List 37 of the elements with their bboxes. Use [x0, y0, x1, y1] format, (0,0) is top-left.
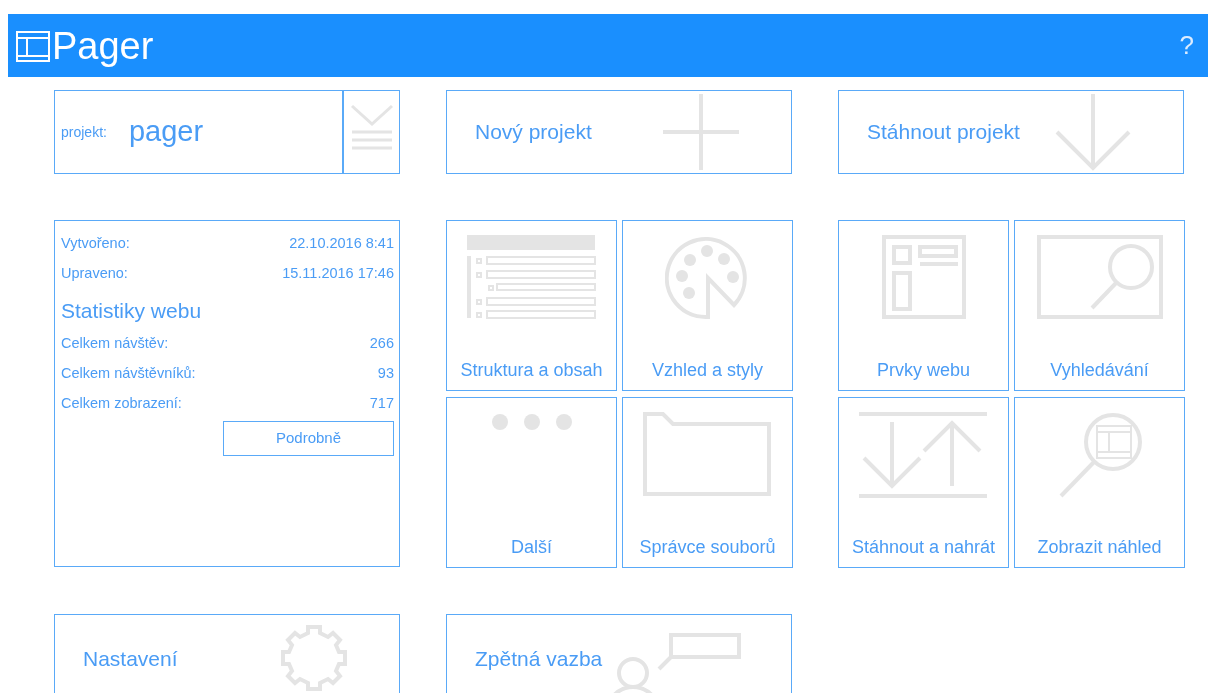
app-title: Pager: [52, 26, 154, 65]
date-label: Upraveno:: [61, 264, 128, 284]
menu-tile[interactable]: Správce souborů: [622, 397, 793, 568]
details-button[interactable]: Podrobně: [223, 420, 394, 456]
menu-tile[interactable]: Zpětná vazba: [446, 614, 792, 693]
menu-tile[interactable]: Vzhled a styly: [622, 220, 793, 391]
menu-tile[interactable]: Nový projekt: [446, 90, 792, 174]
help-button[interactable]: ?: [1179, 26, 1194, 65]
menu-tile[interactable]: Další: [446, 397, 617, 568]
date-label: Vytvořeno:: [61, 234, 130, 254]
section-heading: Statistiky webu: [61, 298, 203, 324]
page-search-icon: [1036, 235, 1163, 319]
stat-value: 93: [377, 363, 394, 383]
menu-tile[interactable]: Vyhledávání: [1014, 220, 1185, 391]
stat-value: 717: [369, 393, 394, 413]
plus-icon: [661, 92, 741, 172]
gear-icon: [279, 623, 349, 693]
date-value: 22.10.2016 8:41: [289, 234, 394, 254]
menu-tile[interactable]: Nastavení: [54, 614, 400, 693]
date-value: 15.11.2016 17:46: [282, 264, 394, 284]
ellipsis-icon: [489, 412, 574, 432]
app-logo-icon: [16, 29, 52, 62]
download-upload-icon: [858, 412, 989, 498]
menu-tile[interactable]: Prvky webu: [838, 220, 1009, 391]
menu-tile[interactable]: Stáhnout a nahrát: [838, 397, 1009, 568]
stat-value: 266: [369, 333, 394, 353]
stat-label: Celkem zobrazení:: [61, 393, 182, 413]
menu-tile[interactable]: Stáhnout projekt: [838, 90, 1184, 174]
project-label: projekt:: [61, 122, 107, 142]
page-layout-icon: [881, 235, 966, 319]
menu-tile[interactable]: Struktura a obsah: [446, 220, 617, 391]
folder-icon: [642, 412, 773, 496]
project-name: pager: [128, 114, 204, 150]
menu-tile[interactable]: Zobrazit náhled: [1014, 397, 1185, 568]
stat-label: Celkem návštěv:: [61, 333, 169, 353]
outline-list-icon: [466, 235, 597, 320]
stat-label: Celkem návštěvníků:: [61, 363, 196, 383]
